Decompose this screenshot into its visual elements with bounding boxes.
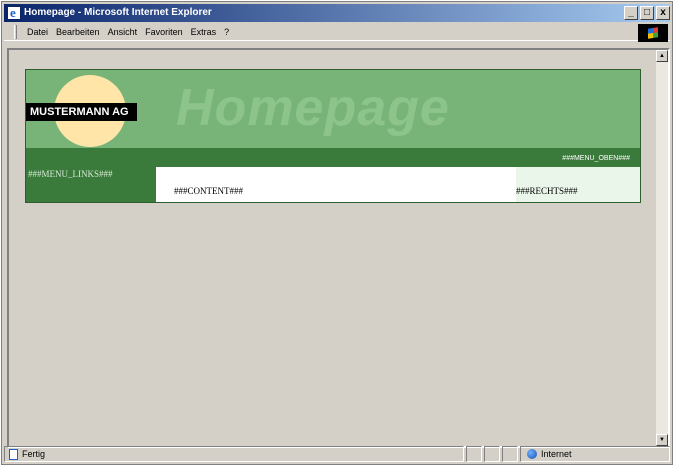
window-controls: _ □ x [624,6,670,20]
scroll-up-button[interactable]: ▲ [656,50,668,62]
status-main: Fertig [4,446,464,462]
window-title: Homepage - Microsoft Internet Explorer [24,7,212,18]
zone-label: Internet [541,449,572,459]
ie-icon [7,4,21,22]
title-bar[interactable]: Homepage - Microsoft Internet Explorer _… [4,4,670,22]
main-content: ###CONTENT### [156,167,516,202]
scroll-down-button[interactable]: ▼ [656,434,668,446]
minimize-button[interactable]: _ [624,6,638,20]
maximize-button[interactable]: □ [640,6,654,20]
menu-favoriten[interactable]: Favoriten [145,27,183,37]
left-menu: ###MENU_LINKS### [26,167,156,202]
menu-extras[interactable]: Extras [191,27,217,37]
security-zone: Internet [520,446,670,462]
right-column: ###RECHTS### [516,167,640,202]
close-button[interactable]: x [656,6,670,20]
page-done-icon [9,448,18,460]
menu-help[interactable]: ? [224,27,229,37]
windows-logo-icon [638,24,668,42]
menu-bar: Datei Bearbeiten Ansicht Favoriten Extra… [4,23,670,41]
top-menu: ###MENU_OBEN### [26,148,640,167]
toolbar-grip[interactable] [14,24,17,39]
status-segment [484,446,500,462]
status-bar: Fertig Internet [4,446,670,462]
browser-window: Homepage - Microsoft Internet Explorer _… [1,1,673,465]
status-text: Fertig [22,449,46,459]
page-viewport: MUSTERMANN AG Homepage ###MENU_OBEN### #… [7,48,670,448]
homepage-layout: MUSTERMANN AG Homepage ###MENU_OBEN### #… [25,69,641,203]
site-header: MUSTERMANN AG Homepage [26,70,640,148]
menu-datei[interactable]: Datei [27,27,48,37]
status-segment [466,446,482,462]
globe-icon [527,449,537,459]
menu-ansicht[interactable]: Ansicht [108,27,138,37]
site-title: Homepage [176,79,450,137]
company-name: MUSTERMANN AG [26,103,137,121]
vertical-scrollbar[interactable]: ▲ ▼ [656,50,668,446]
status-segment [502,446,518,462]
menu-bearbeiten[interactable]: Bearbeiten [56,27,100,37]
